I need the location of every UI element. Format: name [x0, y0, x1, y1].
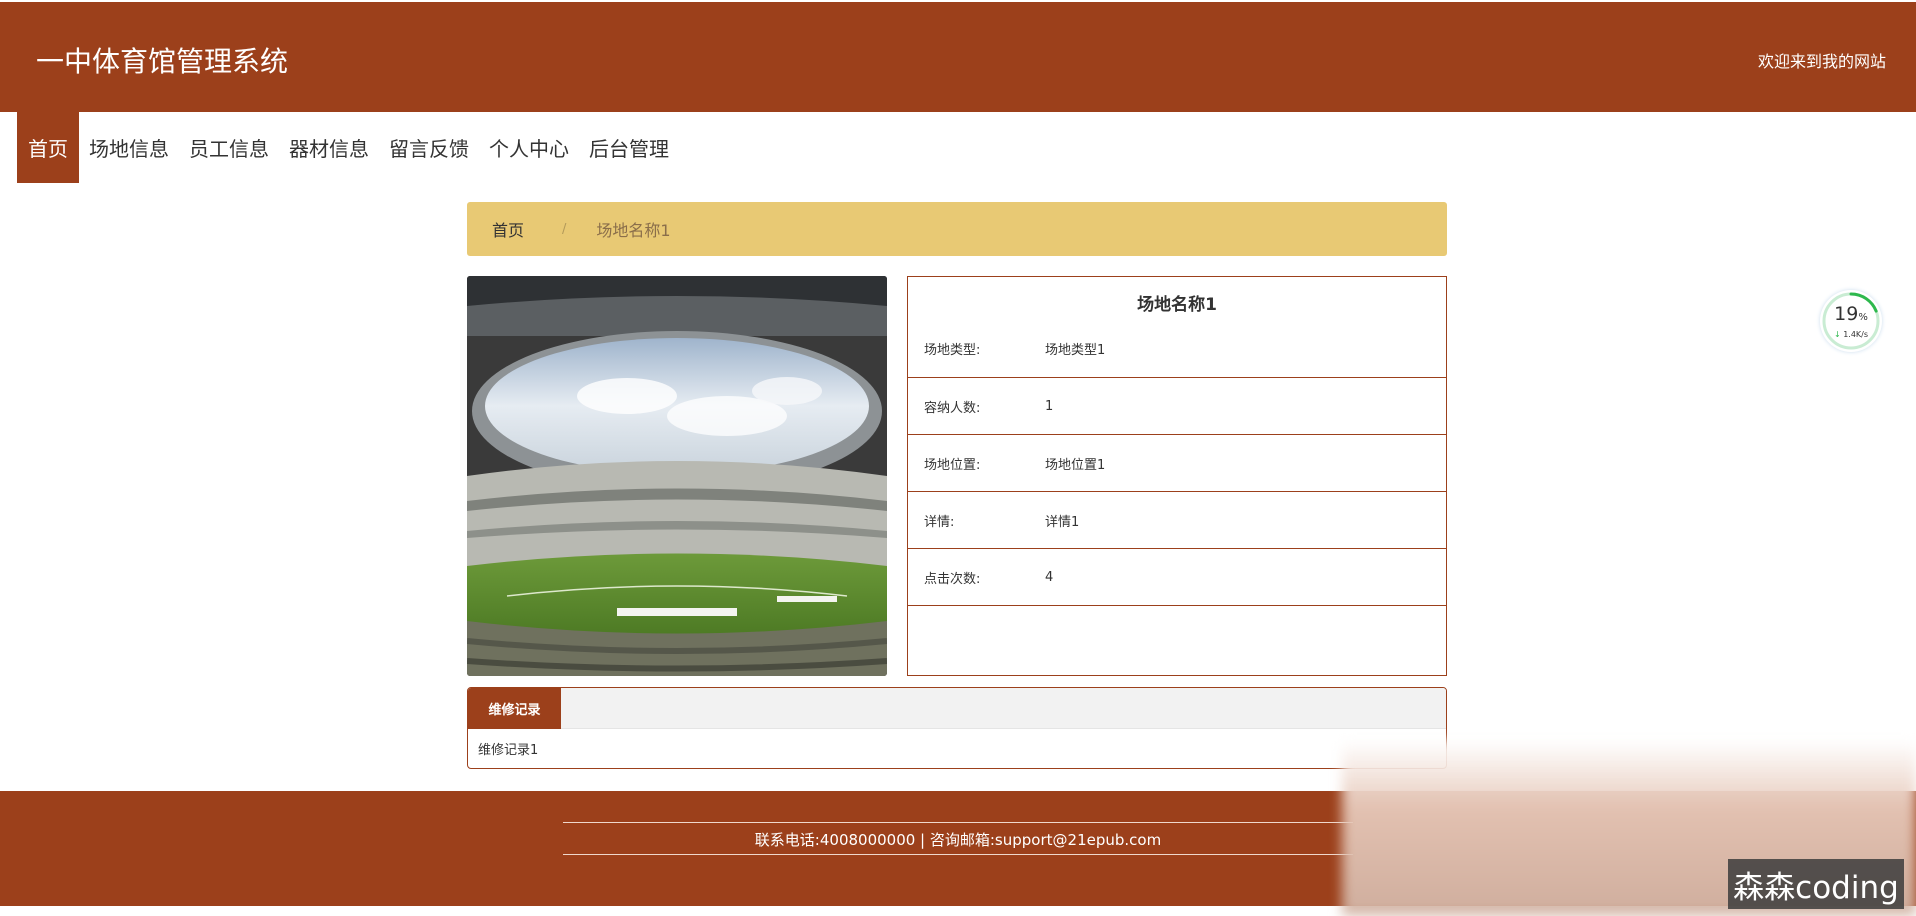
- download-arrow-icon: ↓: [1833, 330, 1841, 339]
- info-label: 场地类型:: [924, 343, 981, 358]
- nav-item-admin[interactable]: 后台管理: [579, 112, 679, 183]
- repair-tabs: 维修记录 维修记录1: [467, 687, 1447, 769]
- footer-divider-top: [563, 822, 1353, 823]
- top-header-bar: 一中体育馆管理系统 欢迎来到我的网站: [0, 2, 1916, 112]
- speed-percent: 19%: [1820, 303, 1882, 325]
- breadcrumb-home-link[interactable]: 首页: [492, 217, 524, 241]
- speed-rate: ↓ 1.4K/s: [1820, 330, 1882, 339]
- info-label: 场地位置:: [924, 457, 981, 473]
- breadcrumb: 首页 / 场地名称1: [467, 202, 1447, 256]
- tab-content: 维修记录1: [478, 743, 539, 758]
- info-value: 4: [1045, 569, 1054, 585]
- info-label: 点击次数:: [924, 571, 981, 587]
- info-row-location: 场地位置: 场地位置1: [908, 435, 1446, 492]
- venue-info-panel: 场地名称1 场地类型: 场地类型1 容纳人数: 1 场地位置: 场地位置1 详情…: [907, 276, 1447, 676]
- main-nav: 首页 场地信息 员工信息 器材信息 留言反馈 个人中心 后台管理: [17, 112, 679, 183]
- venue-photo: [467, 276, 887, 676]
- nav-item-feedback[interactable]: 留言反馈: [379, 112, 479, 183]
- info-row-capacity: 容纳人数: 1: [908, 378, 1446, 435]
- nav-item-venues[interactable]: 场地信息: [79, 112, 179, 183]
- venue-name: 场地名称1: [1137, 295, 1217, 315]
- nav-item-profile[interactable]: 个人中心: [479, 112, 579, 183]
- welcome-text: 欢迎来到我的网站: [1757, 52, 1886, 71]
- nav-item-home[interactable]: 首页: [17, 112, 79, 183]
- info-label: 详情:: [924, 514, 955, 530]
- info-row-details: 详情: 详情1: [908, 492, 1446, 549]
- site-title: 一中体育馆管理系统: [36, 45, 289, 78]
- footer-divider-bottom: [563, 854, 1353, 855]
- info-value: 详情1: [1045, 514, 1080, 530]
- watermark: 森森coding: [1728, 859, 1904, 909]
- tab-bar: 维修记录: [468, 688, 1446, 729]
- stadium-image: [467, 276, 887, 676]
- info-row-clicks: 点击次数: 4: [908, 549, 1446, 606]
- tab-repair-records[interactable]: 维修记录: [468, 688, 561, 729]
- nav-item-staff[interactable]: 员工信息: [179, 112, 279, 183]
- info-value: 1: [1045, 398, 1054, 414]
- info-row-type: 场地类型: 场地类型1: [908, 320, 1446, 378]
- info-value: 场地类型1: [1045, 343, 1106, 358]
- info-value: 场地位置1: [1045, 457, 1106, 473]
- speed-rate-value: 1.4K/s: [1843, 330, 1869, 339]
- info-label: 容纳人数:: [924, 400, 981, 416]
- breadcrumb-separator: /: [562, 221, 567, 237]
- speed-percent-value: 19: [1834, 303, 1859, 325]
- breadcrumb-current: 场地名称1: [596, 221, 671, 240]
- speed-percent-unit: %: [1858, 312, 1868, 323]
- network-speed-widget[interactable]: 19% ↓ 1.4K/s: [1820, 290, 1882, 352]
- nav-item-equipment[interactable]: 器材信息: [279, 112, 379, 183]
